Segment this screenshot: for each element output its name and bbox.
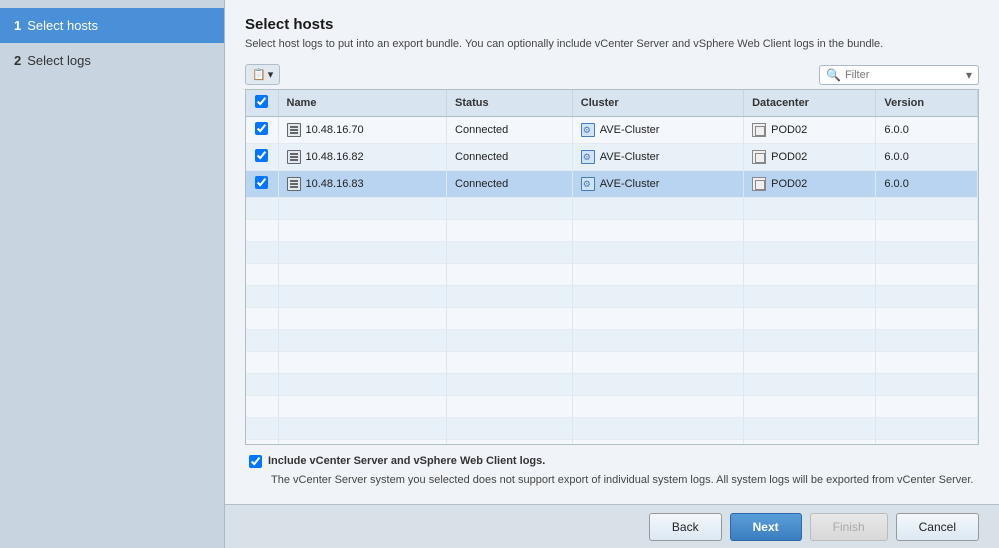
- col-version: Version: [876, 90, 978, 117]
- cancel-button[interactable]: Cancel: [896, 513, 979, 541]
- sidebar-item-label-2: Select logs: [27, 53, 91, 68]
- sidebar-item-select-logs[interactable]: 2 Select logs: [0, 43, 224, 78]
- col-cluster: Cluster: [572, 90, 743, 117]
- sidebar-item-select-hosts[interactable]: 1 Select hosts: [0, 8, 224, 43]
- host-icon: [287, 177, 301, 191]
- row-checkbox-0[interactable]: [255, 122, 268, 135]
- footer-note: The vCenter Server system you selected d…: [271, 472, 975, 489]
- row-version: 6.0.0: [876, 144, 978, 171]
- datacenter-icon: [752, 123, 766, 137]
- col-datacenter: Datacenter: [744, 90, 876, 117]
- hosts-table: Name Status Cluster Datacenter Version 1…: [246, 90, 978, 444]
- back-button[interactable]: Back: [649, 513, 722, 541]
- col-name: Name: [278, 90, 447, 117]
- finish-button: Finish: [810, 513, 888, 541]
- row-datacenter: POD02: [744, 171, 876, 198]
- table-body: 10.48.16.70 Connected AVE-Cluster POD02 6.0.…: [246, 117, 978, 445]
- empty-row: [246, 286, 978, 308]
- row-version: 6.0.0: [876, 117, 978, 144]
- empty-row: [246, 308, 978, 330]
- sidebar-item-label-1: Select hosts: [27, 18, 98, 33]
- cluster-icon: [581, 150, 595, 164]
- include-vcenter-checkbox[interactable]: [249, 455, 262, 468]
- row-name: 10.48.16.70: [278, 117, 447, 144]
- datacenter-name-text: POD02: [771, 178, 807, 190]
- bundle-icon: 📋: [252, 68, 266, 81]
- table-row[interactable]: 10.48.16.83 Connected AVE-Cluster POD02 6.0.…: [246, 171, 978, 198]
- empty-row: [246, 220, 978, 242]
- cluster-name-text: AVE-Cluster: [600, 124, 660, 136]
- host-icon: [287, 123, 301, 137]
- toolbar-left: 📋 ▾: [245, 64, 280, 85]
- sidebar: 1 Select hosts 2 Select logs: [0, 0, 225, 548]
- host-icon: [287, 150, 301, 164]
- cluster-icon: [581, 177, 595, 191]
- main-panel: Select hosts Select host logs to put int…: [225, 0, 999, 548]
- table-header-row: Name Status Cluster Datacenter Version: [246, 90, 978, 117]
- dropdown-arrow-icon: ▾: [268, 68, 274, 81]
- datacenter-name-text: POD02: [771, 124, 807, 136]
- row-checkbox-2[interactable]: [255, 176, 268, 189]
- row-datacenter: POD02: [744, 144, 876, 171]
- datacenter-icon: [752, 150, 766, 164]
- empty-row: [246, 198, 978, 220]
- step-2-number: 2: [14, 53, 21, 68]
- row-checkbox-1[interactable]: [255, 149, 268, 162]
- cluster-icon: [581, 123, 595, 137]
- datacenter-icon: [752, 177, 766, 191]
- filter-input[interactable]: [845, 69, 962, 81]
- empty-row: [246, 330, 978, 352]
- col-checkbox: [246, 90, 278, 117]
- step-1-number: 1: [14, 18, 21, 33]
- row-status: Connected: [447, 144, 573, 171]
- row-checkbox-cell: [246, 117, 278, 144]
- empty-row: [246, 242, 978, 264]
- empty-row: [246, 264, 978, 286]
- row-status: Connected: [447, 171, 573, 198]
- next-button[interactable]: Next: [730, 513, 802, 541]
- row-checkbox-cell: [246, 171, 278, 198]
- include-vcenter-label: Include vCenter Server and vSphere Web C…: [268, 455, 545, 467]
- hosts-table-wrapper: Name Status Cluster Datacenter Version 1…: [245, 89, 979, 444]
- host-name-text: 10.48.16.83: [306, 178, 364, 190]
- search-icon: 🔍: [826, 68, 841, 82]
- row-name: 10.48.16.82: [278, 144, 447, 171]
- export-bundle-button[interactable]: 📋 ▾: [245, 64, 280, 85]
- row-checkbox-cell: [246, 144, 278, 171]
- button-footer: Back Next Finish Cancel: [225, 504, 999, 548]
- filter-dropdown-icon[interactable]: ▾: [966, 68, 972, 82]
- footer-checkbox-area: Include vCenter Server and vSphere Web C…: [245, 445, 979, 495]
- page-subtitle: Select host logs to put into an export b…: [245, 37, 979, 52]
- select-all-checkbox[interactable]: [255, 95, 268, 108]
- empty-row: [246, 374, 978, 396]
- empty-row: [246, 352, 978, 374]
- row-version: 6.0.0: [876, 171, 978, 198]
- row-status: Connected: [447, 117, 573, 144]
- empty-row: [246, 418, 978, 440]
- filter-box[interactable]: 🔍 ▾: [819, 65, 979, 85]
- row-name: 10.48.16.83: [278, 171, 447, 198]
- host-name-text: 10.48.16.82: [306, 151, 364, 163]
- row-cluster: AVE-Cluster: [572, 117, 743, 144]
- table-row[interactable]: 10.48.16.70 Connected AVE-Cluster POD02 6.0.…: [246, 117, 978, 144]
- col-status: Status: [447, 90, 573, 117]
- host-name-text: 10.48.16.70: [306, 124, 364, 136]
- table-row[interactable]: 10.48.16.82 Connected AVE-Cluster POD02 6.0.…: [246, 144, 978, 171]
- cluster-name-text: AVE-Cluster: [600, 151, 660, 163]
- datacenter-name-text: POD02: [771, 151, 807, 163]
- row-cluster: AVE-Cluster: [572, 144, 743, 171]
- page-title: Select hosts: [245, 16, 979, 33]
- row-cluster: AVE-Cluster: [572, 171, 743, 198]
- cluster-name-text: AVE-Cluster: [600, 178, 660, 190]
- row-datacenter: POD02: [744, 117, 876, 144]
- content-area: Select hosts Select host logs to put int…: [225, 0, 999, 504]
- toolbar-row: 📋 ▾ 🔍 ▾: [245, 64, 979, 85]
- vcenter-checkbox-row: Include vCenter Server and vSphere Web C…: [249, 455, 975, 468]
- empty-row: [246, 396, 978, 418]
